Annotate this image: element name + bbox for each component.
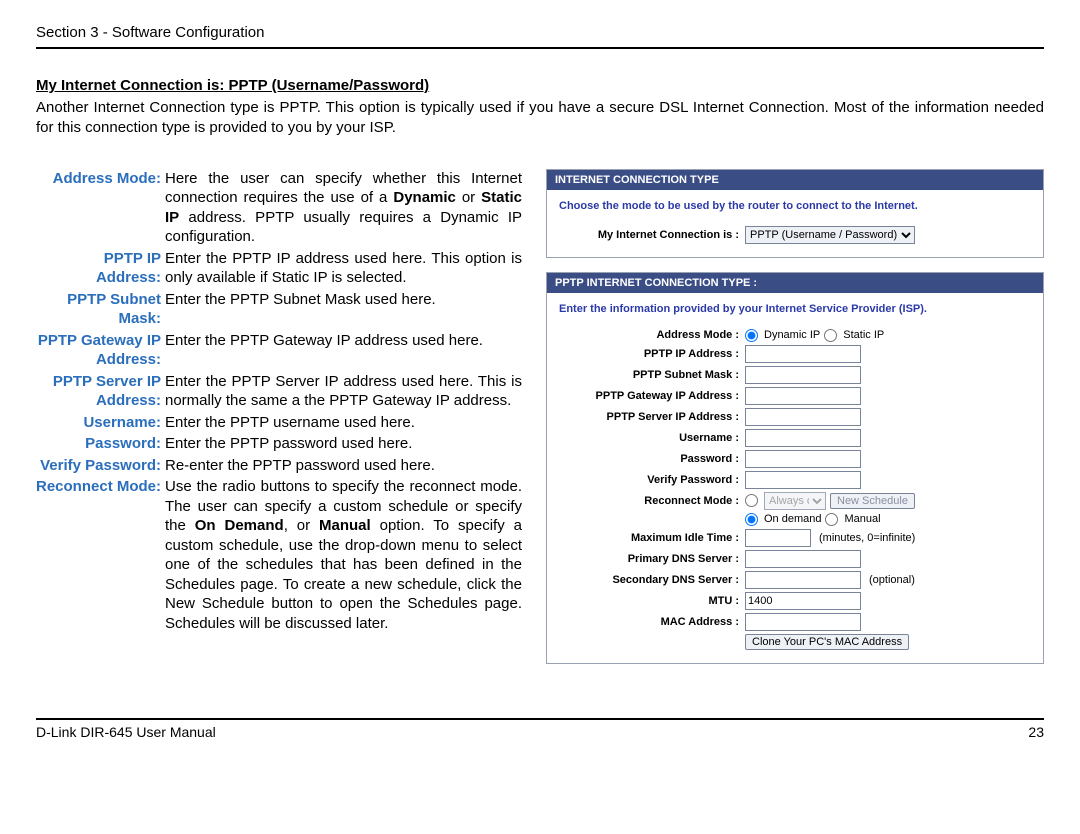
mac-input[interactable]	[745, 613, 861, 631]
radio-label: Static IP	[843, 329, 884, 341]
def-label: Reconnect Mode:	[36, 477, 165, 635]
pptp-server-input[interactable]	[745, 408, 861, 426]
pptp-subnet-input[interactable]	[745, 366, 861, 384]
field-label: MTU :	[559, 595, 745, 607]
footer-left: D-Link DIR-645 User Manual	[36, 724, 216, 740]
connection-type-select[interactable]: PPTP (Username / Password)	[745, 226, 915, 244]
radio-label: On demand	[764, 513, 821, 525]
def-label: PPTP Server IP Address:	[36, 372, 165, 413]
def-desc: Enter the PPTP Gateway IP address used h…	[165, 331, 526, 372]
secondary-dns-input[interactable]	[745, 571, 861, 589]
field-label: Username :	[559, 432, 745, 444]
field-label: MAC Address :	[559, 616, 745, 628]
dynamic-ip-radio[interactable]	[745, 329, 758, 342]
def-label: PPTP IP Address:	[36, 249, 165, 290]
def-desc: Enter the PPTP Server IP address used he…	[165, 372, 526, 413]
page-footer: D-Link DIR-645 User Manual 23	[36, 718, 1044, 740]
field-label: Address Mode :	[559, 329, 745, 341]
field-label: Maximum Idle Time :	[559, 532, 745, 544]
section-header: Section 3 - Software Configuration	[36, 24, 1044, 49]
def-desc: Here the user can specify whether this I…	[165, 169, 526, 249]
field-label: Reconnect Mode :	[559, 495, 745, 507]
def-desc: Use the radio buttons to specify the rec…	[165, 477, 526, 635]
field-label: Password :	[559, 453, 745, 465]
on-demand-radio[interactable]	[745, 513, 758, 526]
max-idle-input[interactable]	[745, 529, 811, 547]
def-desc: Enter the PPTP Subnet Mask used here.	[165, 290, 526, 331]
username-input[interactable]	[745, 429, 861, 447]
new-schedule-button[interactable]: New Schedule	[830, 493, 915, 509]
footer-page-number: 23	[1028, 724, 1044, 740]
panel-header: INTERNET CONNECTION TYPE	[547, 170, 1043, 190]
password-input[interactable]	[745, 450, 861, 468]
def-label: Password:	[36, 434, 165, 456]
field-label: PPTP Gateway IP Address :	[559, 390, 745, 402]
def-label: PPTP Subnet Mask:	[36, 290, 165, 331]
field-label: PPTP Subnet Mask :	[559, 369, 745, 381]
reconnect-schedule-radio[interactable]	[745, 494, 758, 507]
field-label: PPTP Server IP Address :	[559, 411, 745, 423]
internet-connection-type-panel: INTERNET CONNECTION TYPE Choose the mode…	[546, 169, 1044, 258]
def-label: PPTP Gateway IP Address:	[36, 331, 165, 372]
def-label: Address Mode:	[36, 169, 165, 249]
pptp-connection-panel: PPTP INTERNET CONNECTION TYPE : Enter th…	[546, 272, 1044, 664]
config-panels-column: INTERNET CONNECTION TYPE Choose the mode…	[546, 169, 1044, 678]
static-ip-radio[interactable]	[824, 329, 837, 342]
radio-label: Manual	[844, 513, 880, 525]
panel-instruction: Choose the mode to be used by the router…	[559, 200, 1031, 212]
panel-header: PPTP INTERNET CONNECTION TYPE :	[547, 273, 1043, 293]
definitions-column: Address Mode: Here the user can specify …	[36, 169, 526, 678]
def-desc: Enter the PPTP username used here.	[165, 413, 526, 435]
def-desc: Re-enter the PPTP password used here.	[165, 456, 526, 478]
clone-mac-button[interactable]: Clone Your PC's MAC Address	[745, 634, 909, 650]
pptp-ip-input[interactable]	[745, 345, 861, 363]
manual-radio[interactable]	[825, 513, 838, 526]
hint-text: (optional)	[869, 574, 915, 586]
page-title: My Internet Connection is: PPTP (Usernam…	[36, 77, 1044, 94]
field-label: My Internet Connection is :	[559, 229, 745, 241]
radio-label: Dynamic IP	[764, 329, 820, 341]
def-label: Username:	[36, 413, 165, 435]
verify-password-input[interactable]	[745, 471, 861, 489]
mtu-input[interactable]	[745, 592, 861, 610]
panel-instruction: Enter the information provided by your I…	[559, 303, 1031, 315]
hint-text: (minutes, 0=infinite)	[819, 532, 915, 544]
field-label: Secondary DNS Server :	[559, 574, 745, 586]
reconnect-schedule-select[interactable]: Always o	[764, 492, 826, 510]
primary-dns-input[interactable]	[745, 550, 861, 568]
section-label: Section 3 - Software Configuration	[36, 24, 264, 41]
def-desc: Enter the PPTP IP address used here. Thi…	[165, 249, 526, 290]
def-label: Verify Password:	[36, 456, 165, 478]
intro-paragraph: Another Internet Connection type is PPTP…	[36, 98, 1044, 139]
pptp-gateway-input[interactable]	[745, 387, 861, 405]
def-desc: Enter the PPTP password used here.	[165, 434, 526, 456]
field-label: PPTP IP Address :	[559, 348, 745, 360]
field-label: Verify Password :	[559, 474, 745, 486]
field-label: Primary DNS Server :	[559, 553, 745, 565]
